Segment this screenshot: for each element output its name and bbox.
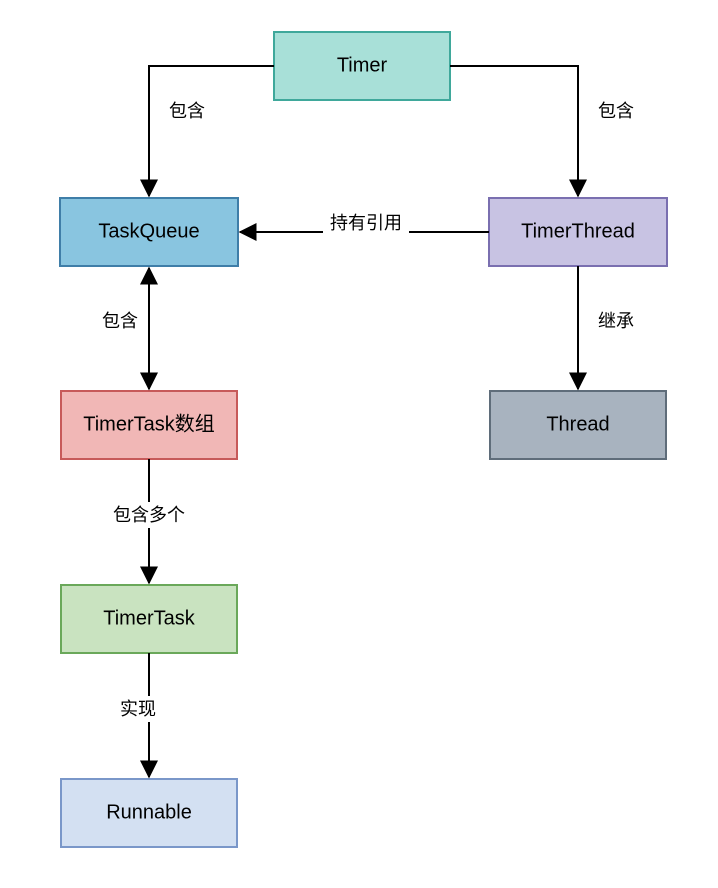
node-timertask: TimerTask — [61, 585, 237, 653]
edge-timer-taskqueue-line — [149, 66, 274, 196]
edge-timerthread-taskqueue-label: 持有引用 — [330, 213, 402, 233]
edge-timer-taskqueue: 包含 — [149, 66, 274, 196]
edge-timertask-runnable-label: 实现 — [120, 699, 156, 719]
edge-taskqueue-array: 包含 — [95, 268, 149, 389]
node-timerthread-label: TimerThread — [521, 220, 635, 242]
node-timer: Timer — [274, 32, 450, 100]
edge-timer-timerthread: 包含 — [450, 66, 641, 196]
edge-array-timertask-label: 包含多个 — [113, 505, 185, 525]
node-thread-label: Thread — [546, 413, 609, 435]
edge-array-timertask: 包含多个 — [103, 459, 195, 583]
node-taskqueue: TaskQueue — [60, 198, 238, 266]
edge-timerthread-taskqueue: 持有引用 — [240, 210, 489, 236]
edge-timer-timerthread-line — [450, 66, 578, 196]
edge-timer-timerthread-label: 包含 — [598, 101, 634, 121]
node-thread: Thread — [490, 391, 666, 459]
node-timertask-label: TimerTask — [103, 607, 195, 629]
edge-timerthread-thread: 继承 — [578, 266, 641, 389]
edge-taskqueue-array-label: 包含 — [102, 311, 138, 331]
node-runnable: Runnable — [61, 779, 237, 847]
node-runnable-label: Runnable — [106, 801, 192, 823]
node-timerthread: TimerThread — [489, 198, 667, 266]
node-timertask-array-label: TimerTask数组 — [83, 412, 214, 435]
edge-timertask-runnable: 实现 — [113, 653, 163, 777]
edge-timer-taskqueue-label: 包含 — [169, 101, 205, 121]
node-timertask-array: TimerTask数组 — [61, 391, 237, 459]
diagram-canvas: Timer TaskQueue TimerThread TimerTask数组 … — [0, 0, 718, 888]
node-timer-label: Timer — [337, 54, 388, 76]
edge-timerthread-thread-label: 继承 — [598, 311, 634, 331]
node-taskqueue-label: TaskQueue — [98, 220, 199, 242]
